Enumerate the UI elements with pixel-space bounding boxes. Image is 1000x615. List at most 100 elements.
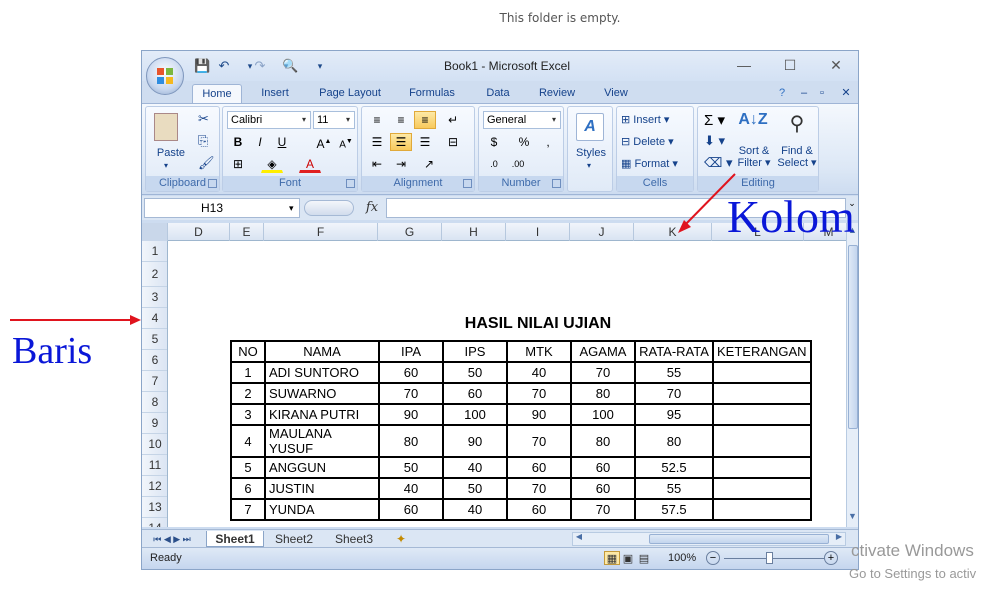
table-header-cell[interactable]: IPA (378, 340, 444, 363)
table-cell[interactable]: YUNDA (264, 498, 380, 521)
row-header[interactable]: 6 (142, 350, 167, 371)
clipboard-launcher-icon[interactable] (208, 179, 217, 188)
sheet-tab-3[interactable]: Sheet3 (326, 531, 382, 547)
column-header[interactable]: K (634, 223, 712, 241)
paste-button[interactable]: Paste (149, 147, 193, 159)
increase-indent-icon[interactable]: ⇥ (390, 155, 412, 173)
zoom-in-icon[interactable]: + (824, 551, 838, 565)
column-header[interactable]: H (442, 223, 506, 241)
increase-decimal-icon[interactable]: .0 (483, 155, 505, 173)
table-cell[interactable]: 40 (442, 456, 508, 479)
scroll-right-icon[interactable]: ▶ (833, 532, 845, 541)
table-cell[interactable]: 70 (506, 382, 572, 405)
table-cell[interactable]: 70 (506, 477, 572, 500)
print-preview-icon[interactable]: 🔍 (282, 58, 298, 74)
table-cell[interactable]: 50 (442, 361, 508, 384)
row-header[interactable]: 7 (142, 371, 167, 392)
zoom-level[interactable]: 100% (668, 552, 696, 564)
table-cell[interactable] (712, 361, 812, 384)
number-launcher-icon[interactable] (552, 179, 561, 188)
table-cell[interactable]: 80 (634, 424, 714, 458)
row-header[interactable]: 9 (142, 413, 167, 434)
table-cell[interactable] (712, 456, 812, 479)
row-header[interactable]: 1 (142, 241, 167, 262)
table-cell[interactable]: JUSTIN (264, 477, 380, 500)
table-cell[interactable] (712, 477, 812, 500)
column-header[interactable]: G (378, 223, 442, 241)
column-header[interactable]: J (570, 223, 634, 241)
table-cell[interactable]: 80 (570, 424, 636, 458)
h-scroll-thumb[interactable] (649, 534, 829, 544)
format-painter-icon[interactable]: 🖌 (198, 155, 215, 171)
undo-icon[interactable]: ↶ (216, 58, 232, 74)
font-color-icon[interactable]: A (299, 155, 321, 173)
table-cell[interactable]: 40 (378, 477, 444, 500)
table-cell[interactable]: 60 (378, 498, 444, 521)
row-header[interactable]: 2 (142, 262, 167, 287)
paste-dropdown-icon[interactable]: ▾ (164, 161, 168, 170)
sheet-title-cell[interactable]: HASIL NILAI UJIAN (398, 315, 678, 333)
table-cell[interactable]: 60 (378, 361, 444, 384)
name-box[interactable]: H13 ▾ (144, 198, 300, 218)
table-cell[interactable]: 7 (230, 498, 266, 521)
table-cell[interactable]: 70 (378, 382, 444, 405)
table-cell[interactable]: 50 (442, 477, 508, 500)
table-cell[interactable]: 40 (506, 361, 572, 384)
delete-cells-button[interactable]: ⊟ Delete ▾ (621, 135, 674, 148)
comma-button[interactable]: , (537, 133, 559, 151)
table-header-cell[interactable]: NAMA (264, 340, 380, 363)
sheet-tab-1[interactable]: Sheet1 (206, 531, 264, 547)
table-header-cell[interactable]: IPS (442, 340, 508, 363)
font-size-combo[interactable]: 11 ▾ (313, 111, 355, 129)
sheet-nav-icons[interactable]: ⏮ ◀ ▶ ⏭ (146, 531, 198, 547)
scroll-left-icon[interactable]: ◀ (573, 532, 585, 541)
table-cell[interactable]: 52.5 (634, 456, 714, 479)
align-center-icon[interactable]: ☰ (390, 133, 412, 151)
table-cell[interactable]: MAULANA YUSUF (264, 424, 380, 458)
borders-icon[interactable]: ⊞ (227, 155, 249, 173)
fill-color-icon[interactable]: ◈ (261, 155, 283, 173)
sheet-tab-2[interactable]: Sheet2 (266, 531, 322, 547)
table-cell[interactable]: 2 (230, 382, 266, 405)
shrink-font-button[interactable]: A▼ (335, 133, 357, 151)
table-cell[interactable]: 90 (378, 403, 444, 426)
decrease-indent-icon[interactable]: ⇤ (366, 155, 388, 173)
insert-sheet-icon[interactable]: ✦ (390, 531, 412, 547)
table-cell[interactable]: 70 (570, 361, 636, 384)
sort-filter-button[interactable]: Sort & Filter ▾ (734, 145, 774, 169)
table-header-cell[interactable]: RATA-RATA (634, 340, 714, 363)
table-cell[interactable] (712, 403, 812, 426)
save-icon[interactable]: 💾 (194, 58, 210, 74)
zoom-out-icon[interactable]: − (706, 551, 720, 565)
zoom-slider-track[interactable] (724, 558, 824, 559)
table-cell[interactable]: 1 (230, 361, 266, 384)
grow-font-button[interactable]: A▲ (313, 133, 335, 151)
align-left-icon[interactable]: ☰ (366, 133, 388, 151)
table-cell[interactable]: 80 (378, 424, 444, 458)
bold-button[interactable]: B (227, 133, 249, 151)
redo-icon[interactable]: ↷ (252, 58, 268, 74)
table-cell[interactable]: 3 (230, 403, 266, 426)
clear-icon[interactable]: ⌫ ▾ (704, 155, 733, 171)
office-button[interactable] (146, 57, 184, 95)
scroll-down-icon[interactable]: ▼ (847, 511, 858, 525)
table-cell[interactable]: KIRANA PUTRI (264, 403, 380, 426)
table-cell[interactable]: 80 (570, 382, 636, 405)
scroll-thumb[interactable] (848, 245, 858, 429)
table-cell[interactable] (712, 382, 812, 405)
row-header[interactable]: 10 (142, 434, 167, 455)
page-break-view-icon[interactable]: ▤ (636, 552, 652, 565)
row-header[interactable]: 8 (142, 392, 167, 413)
table-cell[interactable]: 90 (506, 403, 572, 426)
wrap-text-icon[interactable]: ↵ (442, 111, 464, 129)
table-header-cell[interactable]: AGAMA (570, 340, 636, 363)
percent-button[interactable]: % (513, 133, 535, 151)
number-format-combo[interactable]: General ▾ (483, 111, 561, 129)
select-all-button[interactable] (142, 223, 168, 241)
currency-button[interactable]: $ (483, 133, 505, 151)
tab-formulas[interactable]: Formulas (400, 84, 464, 103)
row-header[interactable]: 4 (142, 308, 167, 329)
page-layout-view-icon[interactable]: ▣ (620, 552, 636, 565)
help-icon[interactable]: ? (772, 84, 792, 103)
table-cell[interactable]: ADI SUNTORO (264, 361, 380, 384)
